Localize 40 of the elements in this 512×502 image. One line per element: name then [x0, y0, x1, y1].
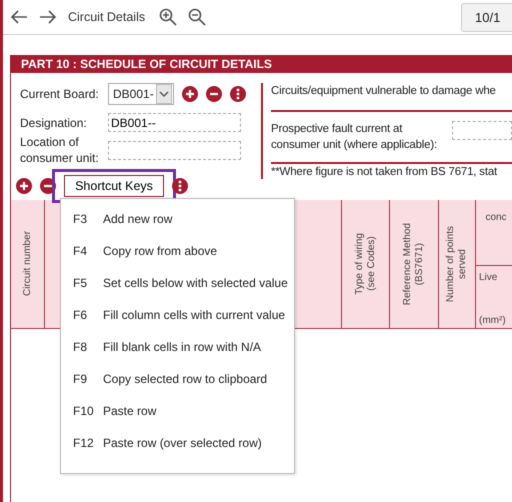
remove-row-icon[interactable] — [40, 178, 56, 194]
field-label: Designation: — [20, 116, 88, 130]
page-counter[interactable]: 10/1 — [461, 2, 512, 32]
field-label: Prospective fault current at consumer unit (where applicable): — [271, 122, 438, 153]
page-title: Circuit Details — [68, 10, 146, 24]
remove-icon[interactable] — [206, 86, 222, 102]
zoom-in-icon[interactable] — [159, 8, 178, 26]
menu-item[interactable]: F9 Copy selected row to clipboard — [61, 363, 294, 395]
dropdown-caret-icon[interactable] — [156, 84, 172, 104]
column-header: conc — [485, 212, 507, 225]
more-icon[interactable] — [230, 86, 246, 102]
column-header: Live — [479, 272, 498, 283]
note-text: Circuits/equipment vulnerable to damage whe — [271, 83, 512, 112]
fault-current-field[interactable] — [452, 121, 512, 140]
add-row-icon[interactable] — [16, 178, 32, 194]
section-header: PART 10 : SCHEDULE OF CIRCUIT DETAILS — [11, 55, 512, 73]
column-header: Type of wiring (see Codes) — [354, 233, 378, 295]
menu-item[interactable]: F4 Copy row from above — [61, 235, 294, 267]
column-header: Reference Method (BS7671) — [402, 222, 426, 306]
field-label: Current Board: — [20, 87, 100, 101]
zoom-out-icon[interactable] — [188, 8, 206, 26]
menu-item[interactable]: F12 Paste row (over selected row) — [61, 427, 294, 459]
menu-item[interactable]: F3 Add new row — [61, 203, 294, 235]
location-field[interactable] — [108, 140, 241, 160]
more-icon[interactable] — [172, 178, 188, 194]
menu-item[interactable]: F6 Fill column cells with current value — [61, 299, 294, 331]
board-select[interactable]: DB001- — [108, 83, 174, 105]
menu-item[interactable]: F8 Fill blank cells in row with N/A — [61, 331, 294, 363]
forward-arrow-icon[interactable] — [39, 9, 57, 25]
column-header: (mm²) — [479, 315, 506, 326]
designation-field[interactable]: DB001-- — [108, 113, 241, 132]
add-icon[interactable] — [182, 86, 198, 102]
field-label: Location of consumer unit: — [20, 134, 100, 166]
menu-item[interactable]: F10 Paste row — [61, 395, 294, 427]
back-arrow-icon[interactable] — [10, 9, 28, 25]
column-header: Number of points served — [445, 226, 469, 302]
footnote-text: **Where figure is not taken from BS 7671, stat — [270, 165, 498, 178]
shortcut-keys-button[interactable]: Shortcut Keys — [64, 175, 164, 197]
column-header: Circuit number — [22, 231, 34, 297]
menu-item[interactable]: F5 Set cells below with selected value — [61, 267, 294, 299]
